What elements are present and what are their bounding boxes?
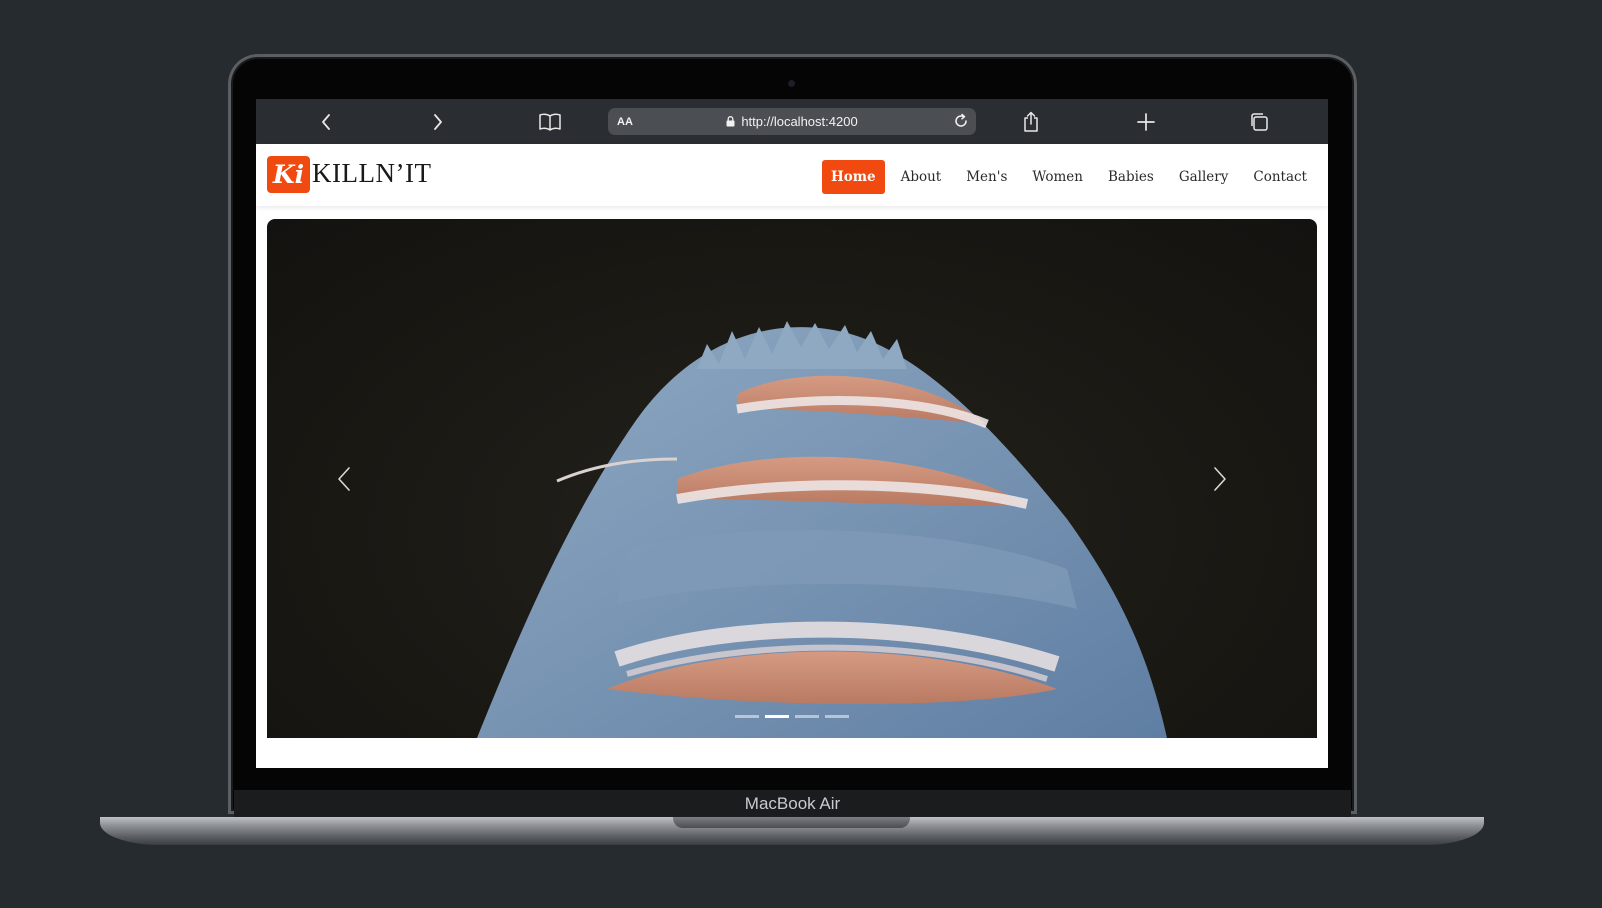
bookmarks-icon[interactable] [532,99,568,144]
url-text: http://localhost:4200 [741,114,858,129]
share-icon[interactable] [1013,99,1049,144]
carousel-indicator-3[interactable] [795,715,819,718]
camera [788,80,795,87]
reload-icon[interactable] [952,112,970,135]
carousel-indicator-4[interactable] [825,715,849,718]
device-label: MacBook Air [744,793,841,813]
logo-text[interactable]: KILLN’IT [312,158,431,189]
main-nav: Home About Men's Women Babies Gallery Co… [815,160,1316,194]
site-header: Ki KILLN’IT Home About Men's Women Babie… [256,144,1328,206]
carousel-indicators [267,715,1317,718]
nav-home[interactable]: Home [821,160,885,194]
forward-icon[interactable] [420,99,456,144]
laptop-chin: MacBook Air [234,790,1351,817]
hero-carousel [267,219,1317,738]
nav-contact[interactable]: Contact [1244,160,1316,194]
back-icon[interactable] [308,99,344,144]
new-tab-icon[interactable] [1128,99,1164,144]
address-bar[interactable]: AA http://localhost:4200 [608,108,976,135]
browser-toolbar: AA http://localhost:4200 [256,99,1328,144]
tabs-icon[interactable] [1241,99,1277,144]
carousel-next-icon[interactable] [1205,459,1235,499]
logo-mark[interactable]: Ki [267,156,310,193]
carousel-indicator-1[interactable] [735,715,759,718]
carousel-prev-icon[interactable] [329,459,359,499]
nav-mens[interactable]: Men's [957,160,1016,194]
browser-window: AA http://localhost:4200 Ki KILLN’IT Hom… [256,99,1328,768]
carousel-indicator-2[interactable] [765,715,789,718]
laptop-notch [673,817,910,828]
nav-babies[interactable]: Babies [1099,160,1163,194]
nav-about[interactable]: About [892,160,951,194]
nav-gallery[interactable]: Gallery [1170,160,1238,194]
nav-women[interactable]: Women [1023,160,1092,194]
lock-icon [726,116,735,127]
carousel-image [477,321,1167,738]
